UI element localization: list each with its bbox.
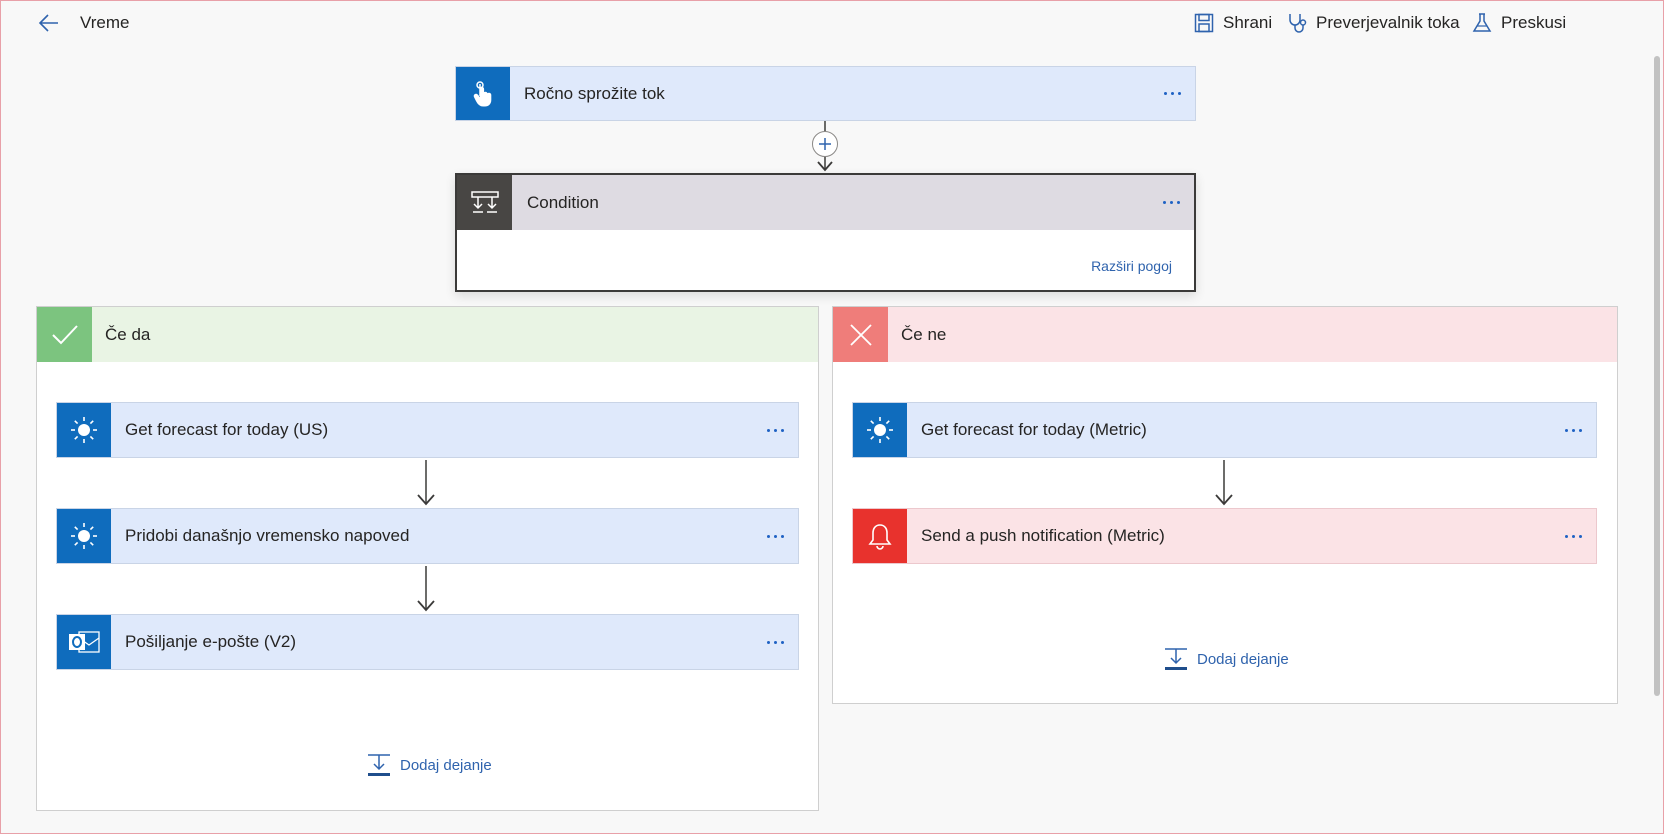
trigger-card[interactable]: Ročno sprožite tok — [455, 66, 1196, 121]
touch-icon — [473, 80, 492, 106]
test-label: Preskusi — [1501, 13, 1567, 32]
top-bar: Vreme Shrani Preverjevalnik toka Preskus… — [0, 0, 1664, 46]
add-action-button[interactable]: Dodaj dejanje — [1163, 646, 1289, 672]
trigger-icon-box — [456, 67, 510, 120]
branch-yes-label: Če da — [105, 324, 151, 344]
trigger-label: Ročno sprožite tok — [524, 83, 665, 103]
sun-icon — [71, 523, 97, 549]
more-options-icon[interactable] — [767, 615, 784, 669]
action-card[interactable]: Get forecast for today (US) — [56, 402, 799, 458]
branch-no-header[interactable]: Če ne — [833, 307, 1617, 362]
expand-condition-link[interactable]: Razširi pogoj — [1091, 258, 1172, 274]
save-button[interactable]: Shrani — [1193, 12, 1272, 34]
branch-no-icon-box — [833, 307, 888, 362]
action-label: Pošiljanje e-pošte (V2) — [125, 632, 297, 651]
connector-arrow — [417, 460, 435, 506]
more-options-icon[interactable] — [767, 509, 784, 563]
condition-header[interactable]: Condition — [457, 175, 1194, 230]
add-action-button[interactable]: Dodaj dejanje — [366, 752, 492, 778]
connector-arrow — [417, 566, 435, 612]
action-label: Get forecast for today (Metric) — [921, 420, 1147, 439]
sun-icon — [867, 417, 893, 443]
more-options-icon[interactable] — [1565, 403, 1582, 457]
flow-title: Vreme — [80, 13, 130, 32]
more-options-icon[interactable] — [767, 403, 784, 457]
back-button[interactable] — [36, 10, 62, 36]
connector-arrow — [1215, 460, 1233, 506]
condition-label: Condition — [527, 192, 599, 212]
action-card[interactable]: Pridobi današnjo vremensko napoved — [56, 508, 799, 564]
action-card[interactable]: Pošiljanje e-pošte (V2) — [56, 614, 799, 670]
add-action-label: Dodaj dejanje — [1197, 650, 1289, 668]
condition-icon-box — [457, 175, 512, 230]
stethoscope-icon — [1289, 14, 1307, 33]
add-action-icon — [368, 754, 390, 776]
arrow-left-icon — [38, 14, 58, 32]
action-label: Get forecast for today (US) — [125, 420, 329, 439]
vertical-scrollbar[interactable] — [1652, 48, 1662, 708]
plus-icon — [819, 138, 831, 150]
action-label: Send a push notification (Metric) — [921, 526, 1165, 545]
more-options-icon[interactable] — [1163, 175, 1180, 230]
action-icon-box — [853, 509, 907, 563]
condition-icon — [470, 190, 499, 213]
branch-yes-icon-box — [37, 307, 92, 362]
add-action-icon — [1165, 648, 1187, 670]
save-icon — [1194, 13, 1214, 33]
test-button[interactable]: Preskusi — [1471, 12, 1566, 34]
action-icon-box — [57, 403, 111, 457]
action-icon-box — [57, 509, 111, 563]
bell-icon — [868, 524, 892, 550]
branch-yes-header[interactable]: Če da — [37, 307, 818, 362]
save-label: Shrani — [1223, 13, 1273, 32]
condition-card[interactable]: Condition Razširi pogoj — [455, 173, 1196, 292]
more-options-icon[interactable] — [1565, 509, 1582, 563]
add-action-label: Dodaj dejanje — [400, 756, 492, 774]
action-icon-box — [853, 403, 907, 457]
branch-no-label: Če ne — [901, 324, 947, 344]
flow-checker-button[interactable]: Preverjevalnik toka — [1286, 12, 1460, 34]
action-card[interactable]: Get forecast for today (Metric) — [852, 402, 1597, 458]
close-icon — [849, 323, 872, 346]
insert-step-button[interactable] — [812, 131, 838, 157]
action-icon-box — [57, 615, 111, 669]
action-label: Pridobi današnjo vremensko napoved — [125, 526, 410, 545]
scrollbar-thumb[interactable] — [1654, 56, 1660, 696]
sun-icon — [71, 417, 97, 443]
flask-icon — [1472, 13, 1492, 32]
more-options-icon[interactable] — [1164, 67, 1181, 120]
checkmark-icon — [51, 324, 78, 344]
flow-checker-label: Preverjevalnik toka — [1316, 13, 1460, 32]
action-card[interactable]: Send a push notification (Metric) — [852, 508, 1597, 564]
outlook-icon — [69, 631, 100, 653]
